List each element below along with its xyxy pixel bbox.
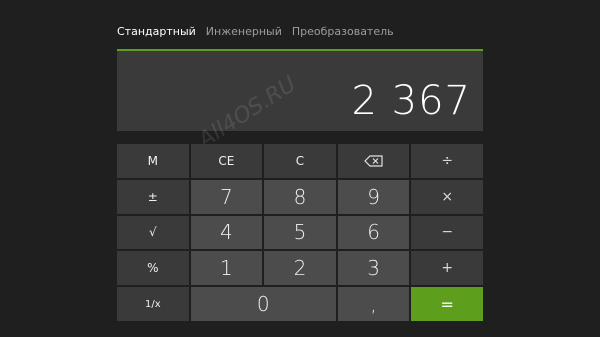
tab-scientific[interactable]: Инженерный bbox=[206, 24, 282, 40]
display-value: 2 367 bbox=[351, 78, 471, 124]
keypad: M CE C ÷ ± 7 8 9 × √ 4 5 6 − % 1 2 3 + 1… bbox=[117, 144, 483, 321]
mode-tabs: Стандартный Инженерный Преобразователь bbox=[117, 24, 394, 40]
digit-8-button[interactable]: 8 bbox=[264, 179, 336, 214]
digit-1-button[interactable]: 1 bbox=[190, 251, 263, 286]
percent-button[interactable]: % bbox=[117, 251, 189, 286]
reciprocal-label: 1/x bbox=[144, 298, 161, 310]
calculator-window: Стандартный Инженерный Преобразователь 2… bbox=[0, 0, 600, 337]
digit-7-button[interactable]: 7 bbox=[190, 179, 263, 214]
multiply-button[interactable]: × bbox=[411, 179, 483, 214]
negate-button[interactable]: ± bbox=[117, 179, 189, 214]
digit-0-button[interactable]: 0 bbox=[190, 287, 336, 321]
clear-button[interactable]: C bbox=[264, 144, 336, 178]
backspace-icon bbox=[363, 155, 383, 167]
backspace-button[interactable] bbox=[337, 144, 410, 178]
clear-entry-button[interactable]: CE bbox=[190, 144, 263, 178]
digit-2-button[interactable]: 2 bbox=[264, 251, 336, 286]
digit-5-button[interactable]: 5 bbox=[264, 215, 336, 250]
tab-converter[interactable]: Преобразователь bbox=[292, 24, 394, 40]
reciprocal-button[interactable]: 1/x bbox=[117, 287, 189, 321]
digit-4-button[interactable]: 4 bbox=[190, 215, 263, 250]
subtract-button[interactable]: − bbox=[411, 215, 483, 250]
digit-9-button[interactable]: 9 bbox=[337, 179, 410, 214]
equals-button[interactable]: = bbox=[411, 287, 483, 321]
result-display: 2 367 bbox=[117, 51, 483, 131]
tab-standard[interactable]: Стандартный bbox=[117, 24, 196, 40]
divide-button[interactable]: ÷ bbox=[411, 144, 483, 178]
digit-3-button[interactable]: 3 bbox=[337, 251, 410, 286]
sqrt-button[interactable]: √ bbox=[117, 215, 189, 250]
digit-6-button[interactable]: 6 bbox=[337, 215, 410, 250]
memory-button[interactable]: M bbox=[117, 144, 189, 178]
add-button[interactable]: + bbox=[411, 251, 483, 286]
decimal-separator-button[interactable]: , bbox=[337, 287, 410, 321]
